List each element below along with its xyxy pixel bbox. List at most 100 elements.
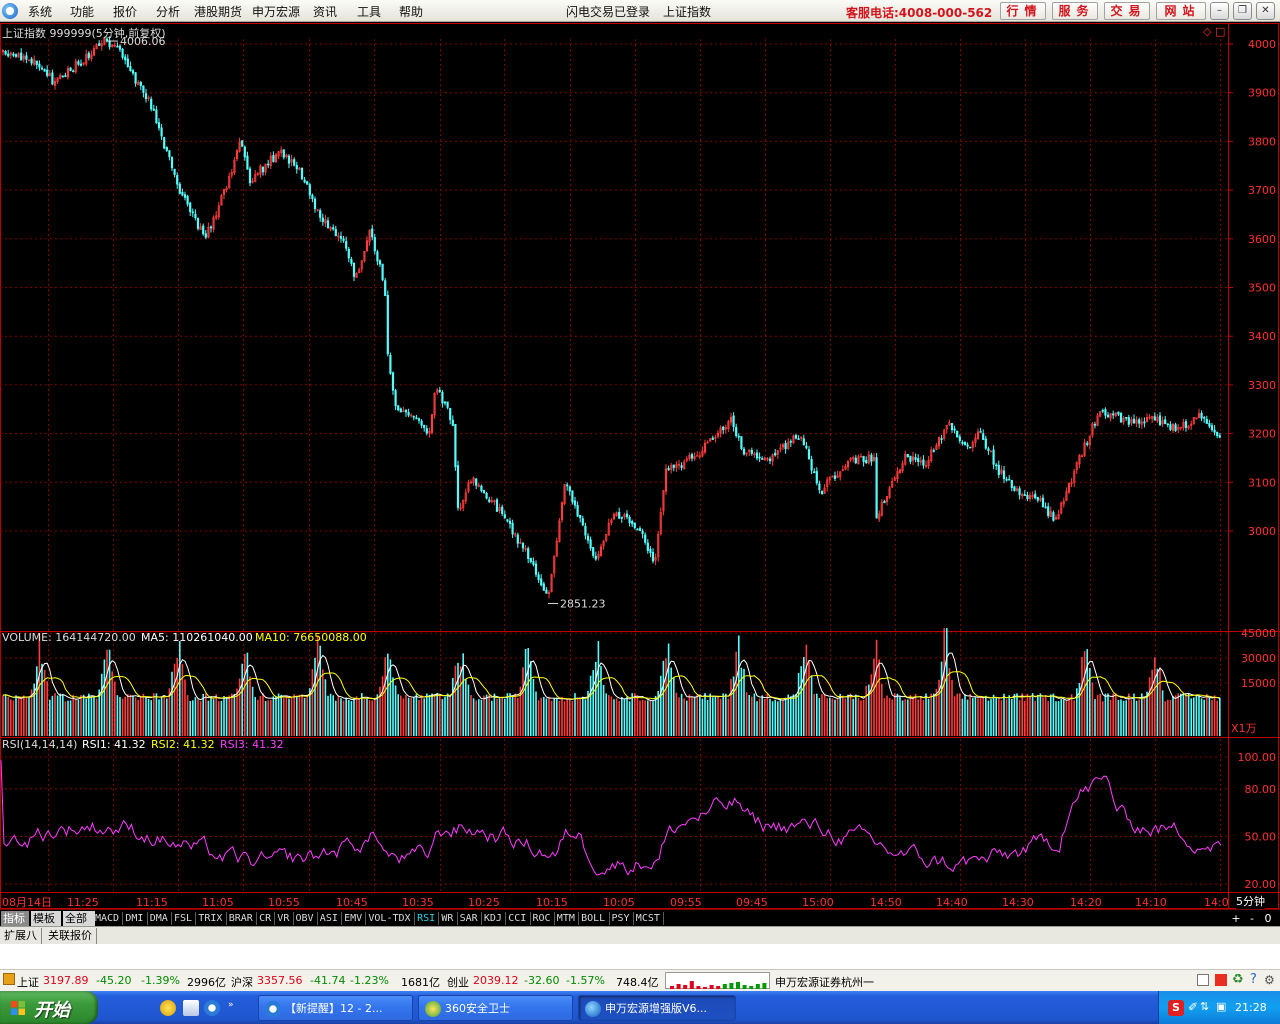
menu-tools[interactable]: 工具	[357, 3, 381, 20]
indicator-tab[interactable]: BOLL	[579, 911, 607, 926]
candle-body	[438, 390, 441, 392]
candle-body	[386, 295, 389, 355]
menu-function[interactable]: 功能	[70, 3, 94, 20]
status-menu-icon[interactable]	[3, 973, 15, 985]
candle-body	[1174, 424, 1177, 431]
volume-bar	[306, 694, 308, 736]
volume-bar	[649, 700, 652, 736]
expand-quicklaunch-icon[interactable]: »	[228, 1000, 236, 1016]
taskbar-item-360[interactable]: 360安全卫士	[418, 995, 573, 1021]
restore-icon[interactable]: ❐	[1233, 2, 1252, 20]
indicator-tab[interactable]: DMI	[123, 911, 145, 926]
volume-bar	[210, 695, 212, 736]
indicator-group-tab[interactable]: 全部	[63, 911, 95, 926]
volume-bar	[262, 693, 264, 736]
tab-extension-8[interactable]: 扩展八	[0, 928, 42, 944]
volume-bar	[506, 693, 509, 736]
menu-help[interactable]: 帮助	[399, 3, 423, 20]
candle-body	[248, 168, 252, 184]
indicator-tab[interactable]: MCST	[634, 911, 662, 926]
indicator-tab[interactable]: MTM	[555, 911, 577, 926]
menu-quote[interactable]: 报价	[113, 3, 137, 20]
indicator-tab[interactable]: SAR	[458, 911, 480, 926]
tab-related-quotes[interactable]: 关联报价	[44, 928, 97, 944]
network-icon[interactable]: ▣	[1216, 1000, 1232, 1016]
help-icon[interactable]: ?	[1250, 972, 1257, 987]
login-status[interactable]: 闪电交易已登录	[566, 3, 650, 20]
signal-icon[interactable]: ♻	[1232, 972, 1244, 987]
indicator-tab[interactable]: ROC	[531, 911, 553, 926]
candle-body	[636, 528, 639, 531]
taskbar-item-swhy[interactable]: 申万宏源增强版V6...	[578, 995, 736, 1021]
indicator-tab[interactable]: VR	[275, 911, 291, 926]
indicator-tab[interactable]: ASI	[318, 911, 340, 926]
volume-bar	[1159, 667, 1161, 736]
candle-body	[12, 53, 15, 56]
hs-index-name[interactable]: 沪深	[231, 974, 253, 990]
market-button[interactable]: 行情	[1000, 2, 1046, 20]
close-icon[interactable]: ✕	[1256, 2, 1275, 20]
indicator-tab[interactable]: RSI	[415, 911, 437, 926]
volume-bar	[114, 681, 116, 736]
indicator-tab[interactable]: WR	[439, 911, 455, 926]
volume-bar	[769, 698, 771, 736]
candle-body	[906, 454, 909, 458]
volume-bar	[511, 695, 514, 736]
indicator-tab[interactable]: EMV	[342, 911, 364, 926]
candle-body	[997, 464, 1000, 475]
menu-hk-futures[interactable]: 港股期货	[194, 3, 242, 20]
indicator-tab[interactable]: FSL	[172, 911, 194, 926]
period-label[interactable]: 5分钟	[1236, 893, 1265, 909]
website-button[interactable]: 网站	[1156, 2, 1206, 20]
volume-bar	[72, 695, 74, 736]
candle-body	[311, 194, 314, 199]
cy-index-name[interactable]: 创业	[447, 974, 469, 990]
indicator-tab[interactable]: DMA	[148, 911, 170, 926]
breadth-bar	[729, 983, 734, 989]
indicator-tab[interactable]: CCI	[506, 911, 528, 926]
menu-swhy[interactable]: 申万宏源	[252, 3, 300, 20]
window-icon[interactable]	[1197, 974, 1209, 986]
alert-icon[interactable]	[1215, 974, 1227, 986]
candle-body	[1164, 419, 1167, 425]
indicator-tab[interactable]: CR	[257, 911, 273, 926]
trade-button[interactable]: 交易	[1104, 2, 1150, 20]
usb-icon[interactable]: ⇅	[1200, 1000, 1216, 1016]
settings-icon[interactable]: ⚙	[1264, 973, 1275, 987]
reset-button[interactable]: 0	[1261, 911, 1275, 926]
indicator-group-tab[interactable]: 模板	[31, 911, 61, 926]
zoom-out-button[interactable]: -	[1245, 911, 1259, 926]
sogou-ime-icon[interactable]: S	[1168, 1000, 1184, 1016]
indicator-tab[interactable]: VOL-TDX	[366, 911, 412, 926]
candle-body	[261, 166, 265, 173]
zoom-in-button[interactable]: +	[1229, 911, 1243, 926]
indicator-tab[interactable]: MACD	[93, 911, 121, 926]
indicator-group-tab[interactable]: 指标	[1, 911, 29, 926]
360-quicklaunch-icon[interactable]	[160, 1000, 176, 1016]
ie-quicklaunch-icon[interactable]	[204, 1000, 220, 1016]
start-button[interactable]: 开始	[0, 991, 98, 1024]
time-axis-label: 11:15	[136, 896, 168, 909]
menu-system[interactable]: 系统	[28, 3, 52, 20]
indicator-tab[interactable]: KDJ	[482, 911, 504, 926]
menu-analysis[interactable]: 分析	[156, 3, 180, 20]
minimize-icon[interactable]: –	[1210, 2, 1229, 20]
chart-area[interactable]: 4000 3900 3800 3700 3600 3500 3400 3300 3200 3100…	[0, 23, 1280, 909]
indicator-tab[interactable]: TRIX	[196, 911, 224, 926]
indicator-tab[interactable]: BRAR	[227, 911, 255, 926]
menu-news[interactable]: 资讯	[313, 3, 337, 20]
candle-body	[982, 433, 985, 440]
desktop-quicklaunch-icon[interactable]	[183, 1000, 199, 1016]
taskbar-item-reminder[interactable]: 【新提醒】12 - 2...	[258, 995, 413, 1021]
sh-index-name[interactable]: 上证	[17, 974, 39, 990]
indicator-tab[interactable]: OBV	[294, 911, 316, 926]
indicator-tab[interactable]: PSY	[610, 911, 632, 926]
volume-bar	[1011, 699, 1013, 736]
volume-bar	[743, 668, 745, 736]
chart-options-icon[interactable]: ◇ □	[1203, 25, 1225, 38]
kline-chart[interactable]: 4000 3900 3800 3700 3600 3500 3400 3300 3200 3100…	[0, 23, 1280, 909]
volume-bar	[129, 694, 132, 736]
service-button[interactable]: 服务	[1052, 2, 1098, 20]
volume-bar	[597, 641, 600, 736]
volume-bar	[41, 663, 43, 736]
